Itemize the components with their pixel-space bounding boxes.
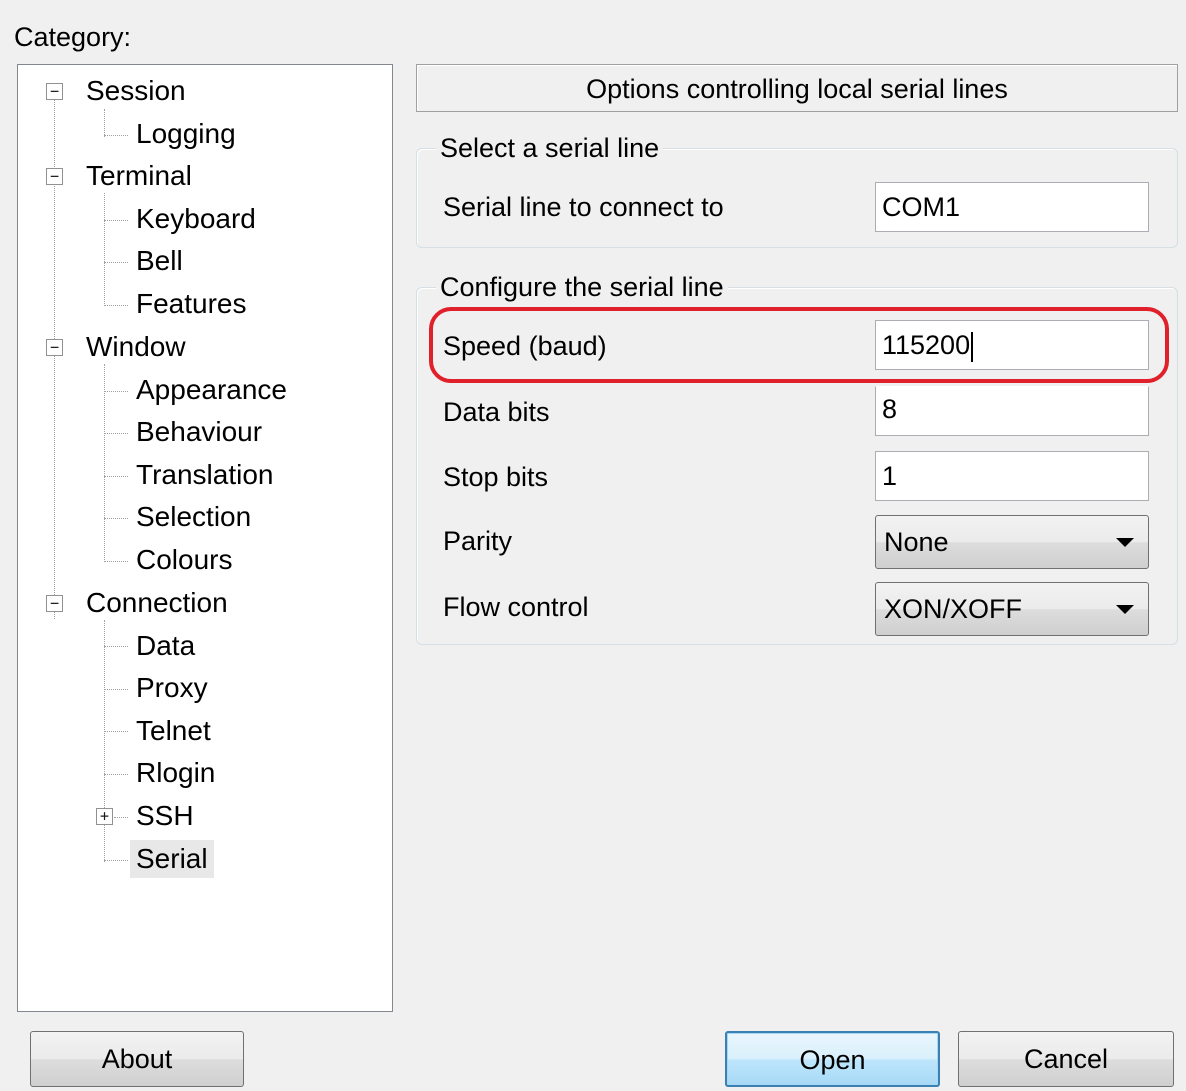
- tree-item-label: Connection: [86, 587, 228, 618]
- tree-line: [104, 689, 128, 690]
- tree-line: [104, 561, 128, 562]
- category-tree[interactable]: − Session Logging − Terminal Keyboard Be…: [17, 64, 393, 1012]
- category-label: Category:: [14, 22, 132, 52]
- tree-item-label: Features: [136, 288, 247, 319]
- tree-item-label: Serial: [130, 840, 214, 878]
- tree-item-connection[interactable]: Connection: [80, 583, 234, 623]
- tree-item-appearance[interactable]: Appearance: [130, 370, 293, 410]
- tree-item-translation[interactable]: Translation: [130, 455, 279, 495]
- tree-line: [104, 433, 128, 434]
- tree-item-label: Data: [136, 630, 196, 661]
- tree-item-features[interactable]: Features: [130, 284, 253, 324]
- flow-control-dropdown[interactable]: XON/XOFF: [875, 582, 1149, 636]
- tree-line: [104, 262, 128, 263]
- collapse-icon[interactable]: −: [46, 168, 63, 185]
- tree-item-label: Colours: [136, 544, 233, 575]
- tree-item-label: Behaviour: [136, 416, 263, 447]
- data-bits-input[interactable]: 8: [875, 386, 1149, 436]
- tree-item-logging[interactable]: Logging: [130, 114, 242, 154]
- stop-bits-input[interactable]: 1: [875, 451, 1149, 501]
- tree-item-telnet[interactable]: Telnet: [130, 711, 217, 751]
- tree-line: [104, 220, 128, 221]
- tree-line: [104, 731, 128, 732]
- dropdown-arrow-icon: [1116, 538, 1134, 547]
- tree-item-label: Session: [86, 75, 186, 106]
- tree-line: [104, 305, 128, 306]
- dropdown-arrow-icon: [1116, 605, 1134, 614]
- tree-line: [104, 476, 128, 477]
- tree-item-behaviour[interactable]: Behaviour: [130, 412, 268, 452]
- tree-line: [104, 391, 128, 392]
- cancel-button[interactable]: Cancel: [958, 1031, 1174, 1087]
- collapse-icon[interactable]: −: [46, 595, 63, 612]
- panel-header: Options controlling local serial lines: [416, 64, 1178, 112]
- group-title: Select a serial line: [436, 133, 664, 163]
- tree-line: [104, 774, 128, 775]
- tree-item-label: Appearance: [136, 374, 288, 405]
- tree-item-label: Terminal: [86, 160, 192, 191]
- tree-line: [104, 193, 105, 306]
- tree-line: [104, 646, 128, 647]
- tree-item-bell[interactable]: Bell: [130, 241, 189, 281]
- tree-line: [104, 860, 128, 861]
- tree-item-label: Logging: [136, 118, 236, 149]
- tree-item-ssh[interactable]: SSH: [130, 796, 200, 836]
- speed-value: 115200: [882, 330, 971, 360]
- serial-line-label: Serial line to connect to: [443, 192, 724, 222]
- about-button[interactable]: About: [30, 1031, 244, 1087]
- tree-item-session[interactable]: Session: [80, 71, 192, 111]
- tree-item-label: Proxy: [136, 672, 208, 703]
- tree-item-label: SSH: [136, 800, 194, 831]
- tree-item-label: Selection: [136, 501, 252, 532]
- collapse-icon[interactable]: −: [46, 339, 63, 356]
- speed-input[interactable]: 115200: [875, 320, 1149, 370]
- tree-item-label: Rlogin: [136, 757, 216, 788]
- tree-line: [104, 364, 105, 562]
- tree-item-proxy[interactable]: Proxy: [130, 668, 214, 708]
- parity-label: Parity: [443, 526, 513, 556]
- tree-item-label: Translation: [136, 459, 274, 490]
- tree-line: [104, 135, 128, 136]
- tree-line: [104, 518, 128, 519]
- speed-label: Speed (baud): [443, 331, 607, 361]
- tree-item-label: Bell: [136, 245, 183, 276]
- tree-item-selection[interactable]: Selection: [130, 497, 257, 537]
- text-caret: [971, 331, 974, 362]
- parity-dropdown[interactable]: None: [875, 515, 1149, 569]
- flow-control-value: XON/XOFF: [884, 594, 1023, 624]
- tree-item-label: Keyboard: [136, 203, 256, 234]
- tree-item-rlogin[interactable]: Rlogin: [130, 753, 221, 793]
- open-button[interactable]: Open: [725, 1031, 940, 1087]
- data-bits-label: Data bits: [443, 397, 550, 427]
- serial-line-input[interactable]: COM1: [875, 182, 1149, 232]
- flow-control-label: Flow control: [443, 592, 589, 622]
- tree-line: [114, 817, 128, 818]
- collapse-icon[interactable]: −: [46, 83, 63, 100]
- stop-bits-label: Stop bits: [443, 462, 549, 492]
- tree-item-colours[interactable]: Colours: [130, 540, 238, 580]
- tree-item-keyboard[interactable]: Keyboard: [130, 199, 262, 239]
- expand-icon[interactable]: +: [96, 808, 113, 825]
- tree-item-window[interactable]: Window: [80, 327, 192, 367]
- tree-item-terminal[interactable]: Terminal: [80, 156, 198, 196]
- tree-line: [104, 109, 105, 137]
- tree-item-label: Window: [86, 331, 186, 362]
- group-title: Configure the serial line: [436, 272, 728, 302]
- tree-item-data[interactable]: Data: [130, 626, 201, 666]
- tree-item-label: Telnet: [136, 715, 211, 746]
- parity-value: None: [884, 527, 949, 557]
- tree-item-serial[interactable]: Serial: [130, 839, 214, 879]
- tree-line: [104, 620, 105, 862]
